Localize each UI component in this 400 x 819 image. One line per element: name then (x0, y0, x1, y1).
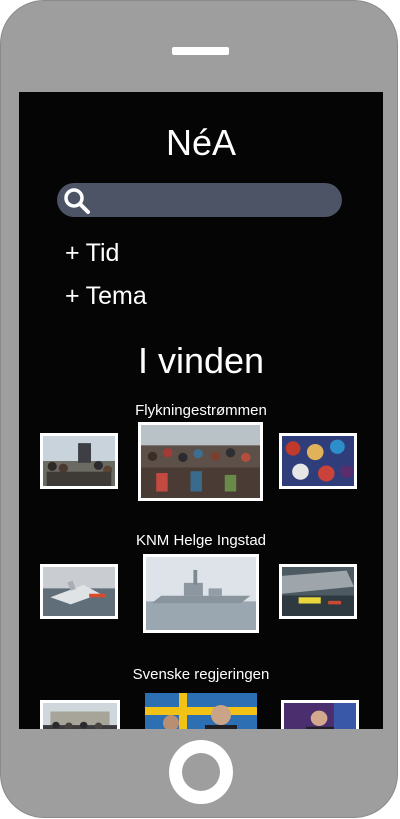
search-bar[interactable] (57, 183, 342, 217)
topic-ship-thumb-main[interactable] (143, 554, 259, 633)
plus-icon: + (65, 239, 80, 267)
filter-topic-label: Tema (85, 282, 147, 310)
topic-label-refugees[interactable]: Flykningestrømmen (19, 402, 383, 419)
app-title: NéA (165, 122, 237, 163)
filter-time-label: Tid (85, 239, 120, 267)
topic-government-thumb-left[interactable] (40, 700, 120, 729)
filter-time-toggle[interactable]: + Tid (65, 239, 119, 268)
phone-screen: NéA + Tid + Tema I vinden Flykningestrømme… (19, 92, 383, 729)
topic-label-swedish-government[interactable]: Svenske regjeringen (19, 666, 383, 683)
phone-frame: NéA + Tid + Tema I vinden Flykningestrømme… (0, 0, 398, 818)
home-button[interactable] (169, 740, 233, 804)
phone-speaker (172, 47, 229, 55)
plus-icon: + (65, 282, 80, 310)
topic-refugees-thumb-right[interactable] (279, 433, 357, 489)
topic-government-thumb-right[interactable] (281, 700, 359, 729)
topic-refugees-thumb-left[interactable] (40, 433, 118, 489)
topic-label-helge-ingstad[interactable]: KNM Helge Ingstad (19, 532, 383, 549)
search-icon[interactable] (63, 187, 91, 215)
topic-refugees-thumb-main[interactable] (138, 422, 263, 501)
topic-government-thumb-main[interactable] (145, 693, 257, 729)
topic-ship-thumb-right[interactable] (279, 564, 357, 619)
topic-ship-thumb-left[interactable] (40, 564, 118, 619)
trending-heading: I vinden (137, 340, 265, 381)
search-input[interactable] (97, 187, 336, 215)
filter-topic-toggle[interactable]: + Tema (65, 282, 147, 311)
